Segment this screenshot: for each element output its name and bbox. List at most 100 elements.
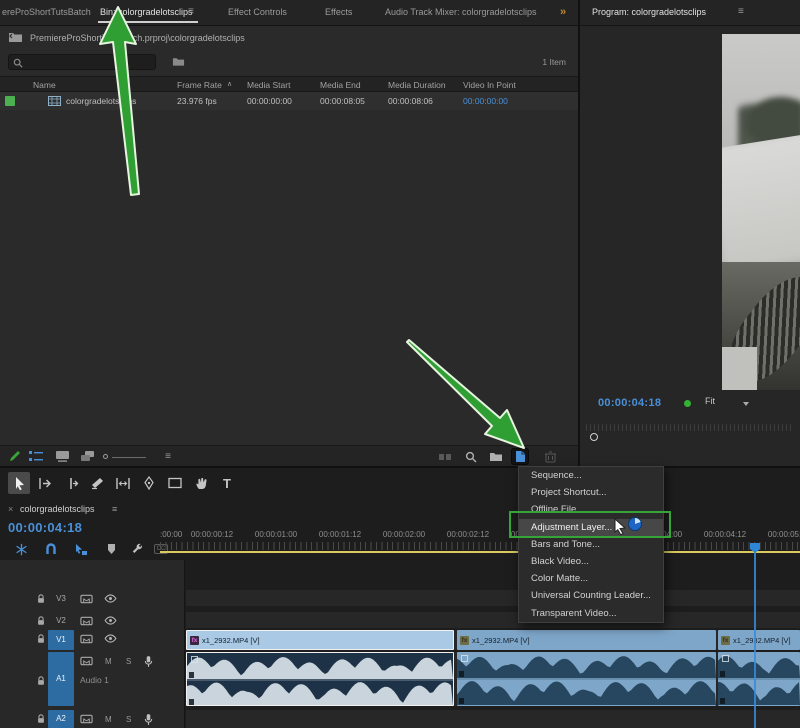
timeline-clip-audio-3[interactable] [718, 652, 800, 706]
timeline-clip-audio-2[interactable] [457, 652, 716, 706]
solo-button-a1[interactable]: S [126, 657, 131, 666]
lock-icon-a2[interactable] [36, 714, 46, 724]
col-video-in-point[interactable]: Video In Point [463, 80, 516, 90]
search-input[interactable] [27, 55, 153, 69]
timeline-settings-wrench-icon[interactable] [128, 542, 146, 556]
close-sequence-icon[interactable]: × [8, 504, 13, 514]
track-target-a2[interactable]: A2 [48, 710, 74, 728]
sort-options-icon[interactable]: ≡ [160, 449, 176, 464]
bin-panel-menu-icon[interactable]: ≡ [188, 6, 194, 17]
menu-item[interactable]: Adjustment Layer... [519, 519, 663, 536]
bin-back-folder-icon[interactable] [8, 31, 23, 43]
new-bin-button[interactable] [488, 449, 504, 464]
col-frame-rate[interactable]: Frame Rate [177, 80, 222, 90]
clear-trash-button[interactable] [542, 449, 558, 464]
work-area-bar[interactable] [160, 551, 800, 553]
source-patch-icon-a2[interactable] [80, 714, 93, 724]
voiceover-mic-icon-a1[interactable] [144, 655, 153, 668]
search-box[interactable] [8, 54, 156, 70]
menu-item[interactable]: Sequence... [519, 467, 663, 484]
tab-project[interactable]: ereProShortTutsBatch [2, 7, 91, 17]
program-scrollbar-handle[interactable] [590, 433, 598, 441]
tool-hand[interactable] [190, 472, 212, 494]
label-color-chip[interactable] [5, 96, 15, 106]
lock-icon-v2[interactable] [36, 616, 46, 626]
timeline-clip-video-2[interactable]: fx x1_2932.MP4 [V] [457, 630, 716, 650]
snap-magnet-icon[interactable] [42, 542, 60, 556]
voiceover-mic-icon-a2[interactable] [144, 713, 153, 726]
add-marker-icon[interactable] [102, 542, 120, 556]
toggle-track-output-eye-v1[interactable] [104, 634, 117, 643]
menu-item[interactable]: Offline File... [519, 501, 663, 518]
timeline-clip-video-3[interactable]: fx x1_2932.MP4 [V] [718, 630, 800, 650]
list-view-button[interactable] [28, 449, 44, 464]
menu-item[interactable]: Bars and Tone... [519, 536, 663, 553]
col-name[interactable]: Name [33, 80, 56, 90]
col-media-end[interactable]: Media End [320, 80, 361, 90]
tab-effects[interactable]: Effects [325, 7, 352, 17]
nest-sequences-icon[interactable] [12, 542, 30, 556]
breadcrumb[interactable]: PremiereProShortTutsBatch.prproj\colorgr… [30, 33, 245, 43]
tool-slip[interactable] [112, 472, 134, 494]
tool-selection[interactable] [8, 472, 30, 494]
linked-selection-icon[interactable] [72, 542, 90, 556]
program-time-ruler[interactable] [586, 424, 794, 431]
menu-item[interactable]: Color Matte... [519, 570, 663, 587]
tab-program[interactable]: Program: colorgradelotsclips [592, 7, 706, 17]
new-item-button[interactable] [512, 449, 528, 464]
timeline-clip-audio-1[interactable] [186, 652, 454, 706]
lock-icon-a1[interactable] [36, 676, 46, 686]
program-panel-menu-icon[interactable]: ≡ [738, 6, 744, 17]
lock-icon-v3[interactable] [36, 594, 46, 604]
sequence-tab[interactable]: colorgradelotsclips [20, 504, 95, 514]
tool-rectangle[interactable] [164, 472, 186, 494]
tool-track-select-forward[interactable] [34, 472, 56, 494]
source-patch-icon-v1[interactable] [80, 634, 93, 644]
lane-a2[interactable] [186, 710, 800, 728]
source-patch-icon-v2[interactable] [80, 616, 93, 626]
source-patch-icon-v3[interactable] [80, 594, 93, 604]
timeline-timecode[interactable]: 00:00:04:18 [8, 520, 82, 535]
track-target-v1[interactable]: V1 [48, 630, 74, 650]
lock-icon-v1[interactable] [36, 634, 46, 644]
tab-overflow-chevron[interactable]: » [560, 6, 566, 18]
track-name-v2[interactable]: V2 [48, 616, 74, 625]
mute-button-a1[interactable]: M [105, 657, 112, 666]
solo-button-a2[interactable]: S [126, 715, 131, 724]
icon-view-button[interactable] [54, 449, 70, 464]
timeline-clip-video-1[interactable]: fx x1_2932.MP4 [V] [186, 630, 454, 650]
menu-item[interactable]: Project Shortcut... [519, 484, 663, 501]
toggle-track-output-eye-v2[interactable] [104, 616, 117, 625]
tool-pen[interactable] [138, 472, 160, 494]
zoom-level-dropdown[interactable]: Fit [705, 396, 751, 411]
col-media-duration[interactable]: Media Duration [388, 80, 446, 90]
source-patch-icon-a1[interactable] [80, 656, 93, 666]
track-target-a1[interactable]: A1 [48, 652, 74, 706]
zoom-slider-track[interactable] [112, 457, 146, 458]
row-name[interactable]: colorgradelotsclips [66, 96, 136, 106]
tool-ripple-edit[interactable] [60, 472, 82, 494]
playhead-line[interactable] [754, 552, 756, 728]
lane-v2[interactable] [186, 612, 800, 628]
tab-audio-track-mixer[interactable]: Audio Track Mixer: colorgradelotsclips [385, 7, 537, 17]
toggle-track-output-eye-v3[interactable] [104, 594, 117, 603]
timeline-panel-menu-icon[interactable]: ≡ [112, 504, 117, 514]
search-filter-bin-icon[interactable] [172, 56, 185, 67]
project-writable-icon[interactable] [6, 449, 22, 464]
tab-effect-controls[interactable]: Effect Controls [228, 7, 287, 17]
freeform-view-button[interactable] [80, 449, 96, 464]
table-row[interactable]: colorgradelotsclips 23.976 fps 00:00:00:… [0, 92, 578, 110]
program-timecode[interactable]: 00:00:04:18 [598, 397, 661, 409]
zoom-slider-knob[interactable] [103, 454, 108, 459]
mute-button-a2[interactable]: M [105, 715, 112, 724]
tool-razor[interactable] [86, 472, 108, 494]
menu-item[interactable]: Transparent Video... [519, 605, 663, 622]
automate-to-sequence-button[interactable] [438, 449, 454, 464]
track-name-v3[interactable]: V3 [48, 594, 74, 603]
menu-item[interactable]: Black Video... [519, 553, 663, 570]
menu-item[interactable]: Universal Counting Leader... [519, 587, 663, 604]
find-button[interactable] [463, 449, 479, 464]
row-video-in-point[interactable]: 00:00:00:00 [463, 96, 508, 106]
col-media-start[interactable]: Media Start [247, 80, 290, 90]
lane-v3[interactable] [186, 590, 800, 606]
